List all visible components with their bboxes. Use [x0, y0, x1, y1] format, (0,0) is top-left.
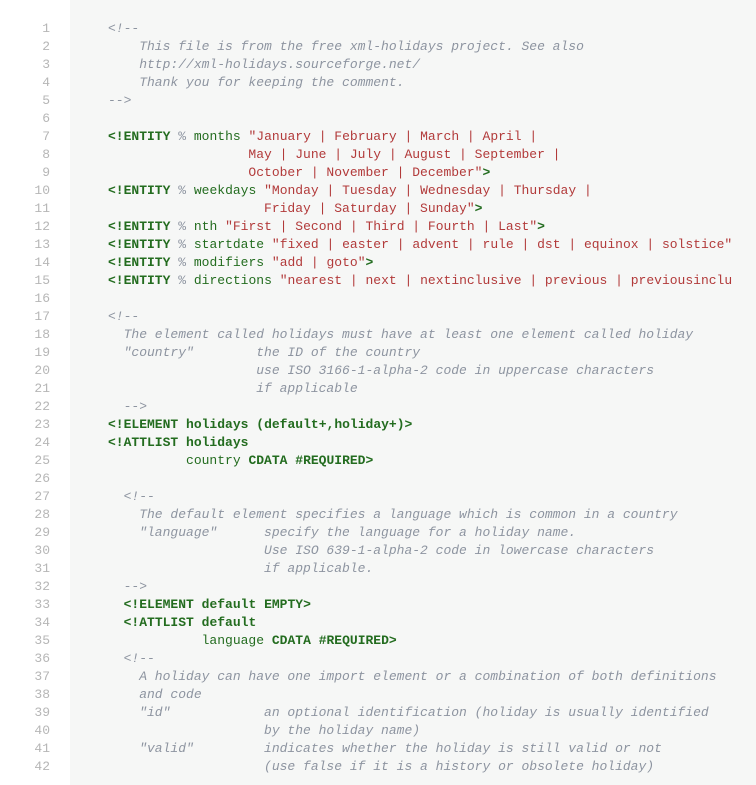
- code-line: <!ENTITY % startdate "fixed | easter | a…: [108, 236, 756, 254]
- code-line: "language" specify the language for a ho…: [108, 524, 756, 542]
- line-number: 9: [0, 164, 50, 182]
- line-number: 18: [0, 326, 50, 344]
- line-number: 36: [0, 650, 50, 668]
- line-gutter: 1234567891011121314151617181920212223242…: [0, 0, 60, 785]
- code-line: "id" an optional identification (holiday…: [108, 704, 756, 722]
- line-number: 10: [0, 182, 50, 200]
- line-number: 24: [0, 434, 50, 452]
- code-line: <!ENTITY % nth "First | Second | Third |…: [108, 218, 756, 236]
- code-line: Use ISO 639-1-alpha-2 code in lowercase …: [108, 542, 756, 560]
- code-line: <!--: [108, 488, 756, 506]
- line-number: 22: [0, 398, 50, 416]
- line-number: 31: [0, 560, 50, 578]
- code-line: <!ENTITY % months "January | February | …: [108, 128, 756, 146]
- line-number: 39: [0, 704, 50, 722]
- line-number: 27: [0, 488, 50, 506]
- code-line: A holiday can have one import element or…: [108, 668, 756, 686]
- line-number: 13: [0, 236, 50, 254]
- code-line: by the holiday name): [108, 722, 756, 740]
- code-body: <!-- This file is from the free xml-holi…: [70, 0, 756, 785]
- code-line: The element called holidays must have at…: [108, 326, 756, 344]
- line-number: 14: [0, 254, 50, 272]
- code-line: <!ELEMENT default EMPTY>: [108, 596, 756, 614]
- line-number: 28: [0, 506, 50, 524]
- code-line: [108, 470, 756, 488]
- code-line: The default element specifies a language…: [108, 506, 756, 524]
- line-number: 40: [0, 722, 50, 740]
- line-number: 17: [0, 308, 50, 326]
- line-number: 3: [0, 56, 50, 74]
- line-number: 35: [0, 632, 50, 650]
- line-number: 21: [0, 380, 50, 398]
- line-number: 19: [0, 344, 50, 362]
- code-line: Friday | Saturday | Sunday">: [108, 200, 756, 218]
- line-number: 29: [0, 524, 50, 542]
- code-line: <!ENTITY % weekdays "Monday | Tuesday | …: [108, 182, 756, 200]
- code-block: 1234567891011121314151617181920212223242…: [0, 0, 756, 785]
- line-number: 1: [0, 20, 50, 38]
- code-line: <!ENTITY % modifiers "add | goto">: [108, 254, 756, 272]
- line-number: 7: [0, 128, 50, 146]
- line-number: 26: [0, 470, 50, 488]
- code-line: "country" the ID of the country: [108, 344, 756, 362]
- code-line: use ISO 3166-1-alpha-2 code in uppercase…: [108, 362, 756, 380]
- code-line: if applicable: [108, 380, 756, 398]
- line-number: 12: [0, 218, 50, 236]
- code-line: if applicable.: [108, 560, 756, 578]
- line-number: 4: [0, 74, 50, 92]
- code-line: This file is from the free xml-holidays …: [108, 38, 756, 56]
- line-number: 20: [0, 362, 50, 380]
- line-number: 25: [0, 452, 50, 470]
- line-number: 33: [0, 596, 50, 614]
- code-line: -->: [108, 578, 756, 596]
- code-line: "valid" indicates whether the holiday is…: [108, 740, 756, 758]
- line-number: 41: [0, 740, 50, 758]
- code-line: October | November | December">: [108, 164, 756, 182]
- line-number: 15: [0, 272, 50, 290]
- line-number: 8: [0, 146, 50, 164]
- code-line: <!--: [108, 308, 756, 326]
- code-line: <!--: [108, 20, 756, 38]
- code-line: Thank you for keeping the comment.: [108, 74, 756, 92]
- line-number: 2: [0, 38, 50, 56]
- code-line: <!ENTITY % directions "nearest | next | …: [108, 272, 756, 290]
- line-number: 38: [0, 686, 50, 704]
- code-line: <!ELEMENT holidays (default+,holiday+)>: [108, 416, 756, 434]
- code-line: and code: [108, 686, 756, 704]
- code-line: <!ATTLIST default: [108, 614, 756, 632]
- line-number: 42: [0, 758, 50, 776]
- line-number: 6: [0, 110, 50, 128]
- code-line: -->: [108, 92, 756, 110]
- line-number: 32: [0, 578, 50, 596]
- code-line: country CDATA #REQUIRED>: [108, 452, 756, 470]
- code-line: [108, 110, 756, 128]
- code-line: language CDATA #REQUIRED>: [108, 632, 756, 650]
- code-line: http://xml-holidays.sourceforge.net/: [108, 56, 756, 74]
- code-line: <!ATTLIST holidays: [108, 434, 756, 452]
- code-line: [108, 290, 756, 308]
- code-line: (use false if it is a history or obsolet…: [108, 758, 756, 776]
- line-number: 34: [0, 614, 50, 632]
- code-line: <!--: [108, 650, 756, 668]
- line-number: 23: [0, 416, 50, 434]
- line-number: 5: [0, 92, 50, 110]
- line-number: 11: [0, 200, 50, 218]
- line-number: 16: [0, 290, 50, 308]
- code-line: May | June | July | August | September |: [108, 146, 756, 164]
- line-number: 30: [0, 542, 50, 560]
- line-number: 37: [0, 668, 50, 686]
- code-line: -->: [108, 398, 756, 416]
